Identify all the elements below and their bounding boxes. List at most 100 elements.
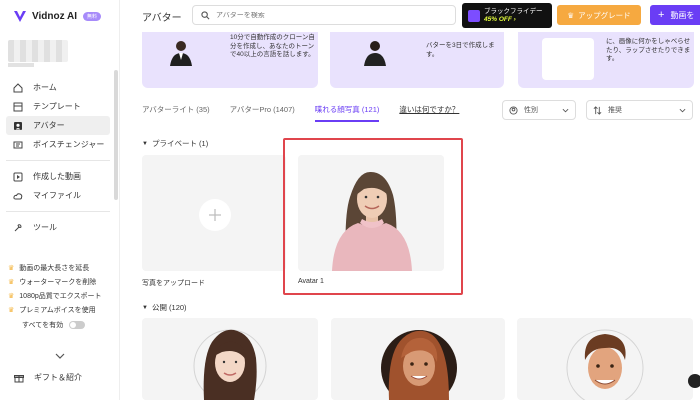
tab-avatar-pro[interactable]: アバターPro (1407) <box>230 104 295 122</box>
public-avatar-card[interactable] <box>517 318 693 400</box>
video-icon <box>12 171 23 182</box>
brand-logo[interactable]: Vidnoz AI 無料 <box>12 8 102 24</box>
caret-down-icon: ▼ <box>142 140 148 147</box>
gender-label: 性別 <box>524 107 538 114</box>
promo-item[interactable]: ♛ ウォーターマークを削除 <box>8 275 118 289</box>
template-icon <box>12 101 23 112</box>
sidebar-item-label: ツール <box>33 223 57 232</box>
sort-icon <box>593 105 602 115</box>
public-avatar-card[interactable] <box>142 318 318 400</box>
tab-avatar-lite[interactable]: アバターライト (35) <box>142 104 210 122</box>
create-video-label: 動画を <box>670 10 695 20</box>
account-info[interactable] <box>8 40 68 62</box>
search-box[interactable] <box>192 5 456 25</box>
selection-highlight <box>283 138 463 295</box>
avatar-icon <box>12 120 23 131</box>
crown-icon: ♛ <box>8 279 15 286</box>
cloud-icon <box>12 190 23 201</box>
sidebar-item-tools[interactable]: ツール <box>6 218 110 237</box>
brand-name: Vidnoz AI <box>32 10 77 22</box>
top-header: アバター ブラックフライデー 45% OFF › ♛ アップグレード + 動画を <box>120 0 700 32</box>
presenter-figure <box>170 41 192 66</box>
page-title: アバター <box>142 13 182 24</box>
banner-thumbnail <box>542 38 594 80</box>
sort-label: 推奨 <box>608 107 622 114</box>
sidebar-item-templates[interactable]: テンプレート <box>6 97 110 116</box>
banner-text: 10分で自動作成のクローン自分を作成し、あなたのトーンで40以上の言語を話します… <box>230 34 315 58</box>
banner-card-2[interactable]: バターを3日で作成します。 <box>330 32 504 88</box>
chevron-down-icon <box>679 108 686 113</box>
sidebar-scrollbar[interactable] <box>114 70 118 200</box>
public-section-header[interactable]: ▼ 公開 (120) <box>142 302 187 313</box>
black-friday-button[interactable]: ブラックフライデー 45% OFF › <box>462 3 552 28</box>
private-section-title: プライベート (1) <box>151 139 209 148</box>
crown-icon: ♛ <box>8 265 15 272</box>
enable-all-row: すべてを有効 <box>8 317 118 333</box>
plus-circle-icon <box>199 199 231 231</box>
promo-item[interactable]: ♛ 1080p品質でエクスポート <box>8 289 118 303</box>
promo-item[interactable]: ♛ プレミアムボイスを使用 <box>8 303 118 317</box>
sidebar-item-home[interactable]: ホーム <box>6 78 110 97</box>
divider <box>6 160 110 161</box>
crown-icon: ♛ <box>8 293 15 300</box>
gender-select[interactable]: 性別 <box>502 100 576 120</box>
upload-photo-label: 写真をアップロード <box>142 280 205 287</box>
enable-all-label: すべてを有効 <box>22 322 64 329</box>
gift-icon <box>14 374 24 382</box>
voice-changer-icon <box>12 139 23 150</box>
public-avatar-image <box>381 330 457 400</box>
caret-down-icon: ▼ <box>142 304 148 311</box>
premium-features: ♛ 動画の最大長さを延長 ♛ ウォーターマークを削除 ♛ 1080p品質でエクスポート… <box>8 261 118 333</box>
sidebar-item-gift[interactable]: ギフト＆紹介 <box>14 372 82 383</box>
person-icon <box>509 105 518 115</box>
chat-support-icon[interactable] <box>688 374 700 388</box>
upload-photo-card[interactable] <box>142 155 286 271</box>
plus-icon: + <box>658 9 665 21</box>
divider <box>6 211 110 212</box>
sidebar-item-avatar[interactable]: アバター <box>6 116 110 135</box>
crown-icon: ♛ <box>8 307 15 314</box>
home-icon <box>12 82 23 93</box>
gift-label: ギフト＆紹介 <box>34 373 82 382</box>
tools-icon <box>12 222 23 233</box>
sidebar-item-voice-changer[interactable]: ボイスチェンジャー <box>6 135 110 154</box>
crown-icon: ♛ <box>567 10 575 20</box>
public-avatar-image <box>193 329 267 400</box>
public-avatar-card[interactable] <box>331 318 505 400</box>
create-video-button[interactable]: + 動画を <box>650 5 700 25</box>
sidebar: Vidnoz AI 無料 ホーム テンプレート アバター ボイスチェンジャー 作… <box>0 0 120 400</box>
plan-badge: 無料 <box>83 11 102 21</box>
search-input[interactable] <box>216 11 436 19</box>
sidebar-item-label: 作成した動画 <box>33 172 81 181</box>
black-friday-title: ブラックフライデー <box>484 7 543 15</box>
chevron-down-icon[interactable] <box>54 352 66 360</box>
search-icon <box>201 10 210 19</box>
enable-all-toggle[interactable] <box>69 321 86 329</box>
sidebar-item-label: ボイスチェンジャー <box>33 140 105 149</box>
sidebar-item-label: ホーム <box>33 83 57 92</box>
sidebar-item-my-videos[interactable]: 作成した動画 <box>6 167 110 186</box>
account-info-sub <box>8 63 34 67</box>
sort-select[interactable]: 推奨 <box>586 100 693 120</box>
banner-text: バターを3日で作成します。 <box>426 42 495 58</box>
upgrade-label: アップグレード <box>578 10 631 20</box>
promo-item[interactable]: ♛ 動画の最大長さを延長 <box>8 261 118 275</box>
tab-talking-photo[interactable]: 喋れる顔写真 (121) <box>314 104 380 122</box>
sidebar-item-label: マイファイル <box>33 191 81 200</box>
private-section-header[interactable]: ▼ プライベート (1) <box>142 138 208 149</box>
public-section-title: 公開 (120) <box>151 303 187 312</box>
public-avatar-image <box>566 329 644 400</box>
banner-text: に、画像に何かをしゃべらせたり、ラップさせたりできます。 <box>606 38 691 62</box>
difference-link[interactable]: 違いは何ですか？ <box>399 104 459 122</box>
chevron-down-icon <box>562 108 569 113</box>
sidebar-item-label: テンプレート <box>33 102 81 111</box>
sidebar-nav: ホーム テンプレート アバター ボイスチェンジャー 作成した動画 マイファイル … <box>6 78 110 237</box>
sidebar-item-my-files[interactable]: マイファイル <box>6 186 110 205</box>
upgrade-button[interactable]: ♛ アップグレード <box>557 5 641 25</box>
avatar-type-tabs: アバターライト (35) アバターPro (1407) 喋れる顔写真 (121)… <box>142 104 459 122</box>
gift-box-icon <box>468 9 480 22</box>
presenter-figure <box>364 41 386 66</box>
banner-card-3[interactable]: に、画像に何かをしゃべらせたり、ラップさせたりできます。 <box>518 32 694 88</box>
vidnoz-logo-icon <box>14 11 26 22</box>
banner-card-1[interactable]: 10分で自動作成のクローン自分を作成し、あなたのトーンで40以上の言語を話します… <box>142 32 318 88</box>
